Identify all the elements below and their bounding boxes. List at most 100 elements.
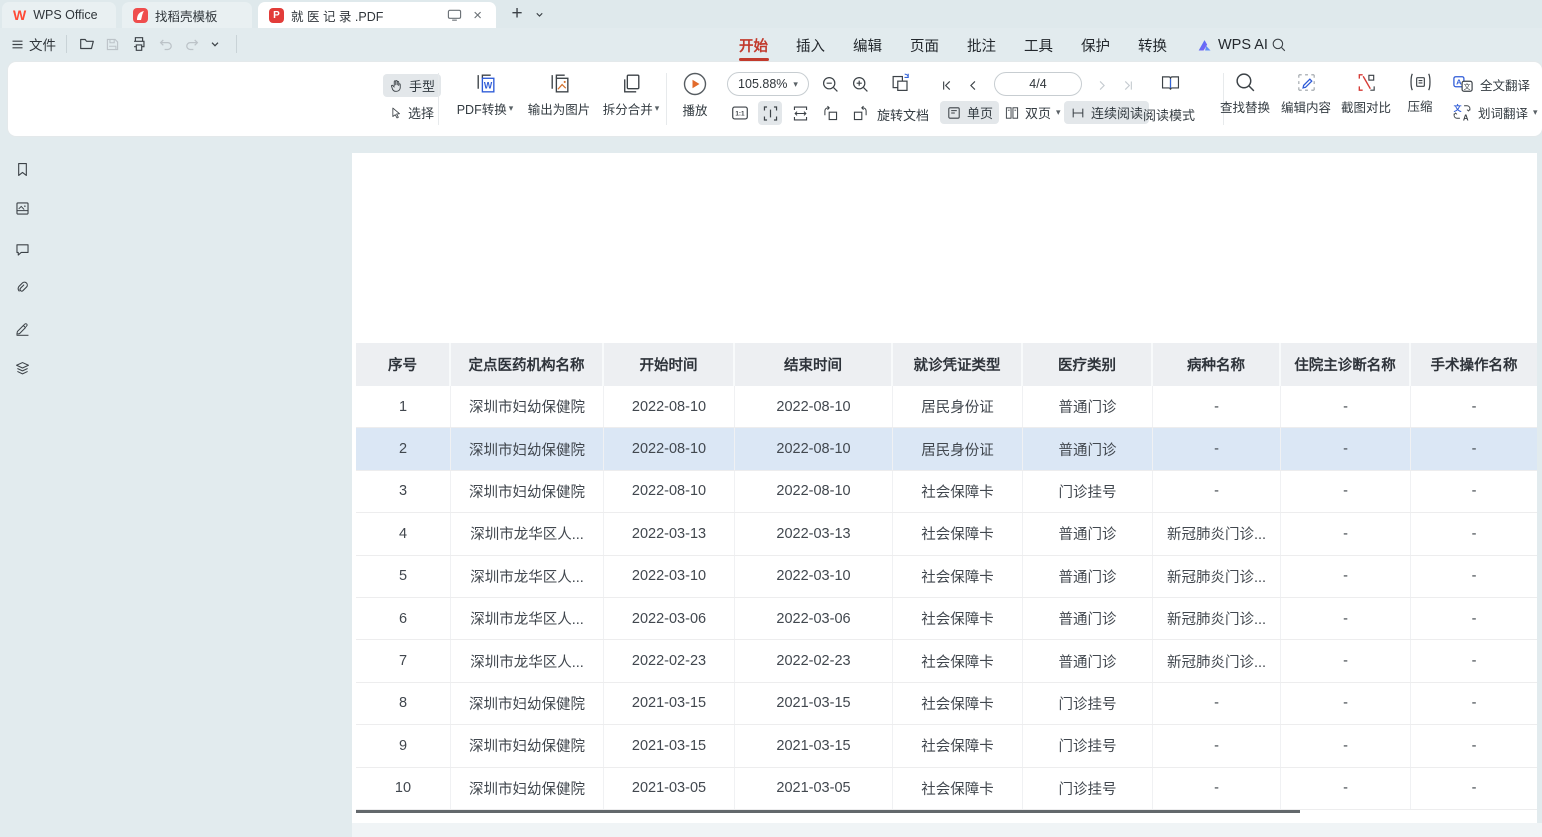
wps-ai-button[interactable]: WPS AI — [1196, 33, 1268, 57]
table-cell: 门诊挂号 — [1023, 725, 1153, 766]
rotate-left-icon — [821, 104, 840, 123]
tab-document-pdf[interactable]: P 就 医 记 录 .PDF × — [258, 2, 496, 28]
read-mode-label[interactable]: 阅读模式 — [1143, 105, 1195, 124]
tab-list-chevron-icon[interactable] — [530, 0, 548, 28]
hamburger-icon — [10, 37, 25, 52]
undo-button[interactable] — [157, 33, 175, 55]
bookmark-icon[interactable] — [13, 160, 32, 179]
table-cell: 2022-03-13 — [604, 513, 735, 554]
hand-tool-label: 手型 — [409, 76, 435, 95]
menu-item-tools[interactable]: 工具 — [1024, 33, 1053, 57]
print-button[interactable] — [130, 33, 148, 55]
table-cell: - — [1411, 471, 1537, 512]
menu-item-annotate[interactable]: 批注 — [967, 33, 996, 57]
hand-tool-button[interactable]: 手型 — [383, 74, 441, 97]
export-image-button[interactable]: 输出为图片 — [522, 71, 596, 118]
fit-width-button[interactable] — [788, 101, 812, 125]
menu-label: 转换 — [1138, 35, 1167, 56]
continuous-reading-button[interactable]: 连续阅读 — [1064, 101, 1149, 124]
fit-page-button[interactable] — [758, 101, 782, 125]
cursor-icon — [389, 106, 403, 120]
svg-text:W: W — [483, 81, 492, 91]
folder-open-icon — [78, 35, 96, 53]
single-page-icon — [946, 105, 962, 121]
comment-icon[interactable] — [13, 240, 32, 259]
double-page-button[interactable]: 双页 ▾ — [998, 101, 1067, 124]
rotate-left-button[interactable] — [818, 101, 842, 125]
table-cell: - — [1153, 428, 1281, 469]
attachment-icon[interactable] — [13, 279, 32, 298]
menu-item-edit[interactable]: 编辑 — [853, 33, 882, 57]
single-page-button[interactable]: 单页 — [940, 101, 999, 124]
select-tool-button[interactable]: 选择 — [383, 101, 440, 124]
redo-button[interactable] — [183, 33, 201, 55]
menu-item-home[interactable]: 开始 — [739, 33, 768, 57]
table-cell: - — [1153, 768, 1281, 809]
first-page-button[interactable] — [936, 73, 956, 97]
actual-size-button[interactable]: 1:1 — [728, 101, 752, 125]
table-cell: - — [1411, 725, 1537, 766]
table-cell: - — [1153, 471, 1281, 512]
read-mode-text: 阅读模式 — [1143, 105, 1195, 124]
table-cell: 深圳市龙华区人... — [451, 640, 604, 681]
screenshot-compare-button[interactable]: 截图对比 — [1338, 71, 1394, 116]
chevron-down-icon: ▾ — [1533, 107, 1538, 118]
rotate-right-button[interactable] — [848, 101, 872, 125]
word-translate-button[interactable]: 文A 划词翻译 ▾ — [1451, 102, 1538, 122]
layers-icon[interactable] — [13, 359, 32, 378]
previous-page-button[interactable] — [962, 73, 982, 97]
close-tab-icon[interactable]: × — [470, 7, 485, 24]
tab-docer-templates[interactable]: 找稻壳模板 — [122, 2, 252, 28]
table-cell: 2022-03-06 — [604, 598, 735, 639]
menu-item-insert[interactable]: 插入 — [796, 33, 825, 57]
page-number-input[interactable]: 4/4 — [994, 72, 1082, 96]
table-cell: 深圳市妇幼保健院 — [451, 386, 604, 427]
edit-content-button[interactable]: 编辑内容 — [1278, 71, 1334, 116]
column-header: 定点医药机构名称 — [451, 343, 604, 386]
menu-search-icon[interactable] — [1271, 33, 1287, 57]
table-cell: 深圳市妇幼保健院 — [451, 471, 604, 512]
menu-item-convert[interactable]: 转换 — [1138, 33, 1167, 57]
save-button[interactable] — [104, 33, 121, 55]
zoom-out-button[interactable] — [818, 72, 842, 96]
wps-ai-label: WPS AI — [1218, 37, 1268, 53]
last-page-button[interactable] — [1118, 73, 1138, 97]
full-translate-button[interactable]: A文 全文翻译 — [1451, 74, 1530, 94]
ribbon-toolbar: 手型 选择 W PDF转换▾ 输出为图片 拆分合并▾ 播放 105.88% ▾ — [8, 62, 1542, 136]
play-icon — [682, 71, 708, 97]
find-replace-button[interactable]: 查找替换 — [1217, 71, 1273, 116]
table-row: 9深圳市妇幼保健院2021-03-152021-03-15社会保障卡门诊挂号--… — [356, 725, 1537, 767]
zoom-level-combo[interactable]: 105.88% ▾ — [727, 72, 809, 96]
export-image-icon — [547, 71, 572, 96]
quickbar-chevron-icon[interactable] — [209, 33, 221, 55]
monitor-icon[interactable] — [447, 8, 462, 22]
thumbnail-icon[interactable] — [13, 199, 32, 218]
pdf-convert-button[interactable]: W PDF转换▾ — [448, 71, 522, 118]
tab-wps-office[interactable]: W WPS Office — [2, 2, 116, 28]
new-tab-button[interactable]: + — [506, 0, 528, 28]
menu-item-protect[interactable]: 保护 — [1081, 33, 1110, 57]
compress-button[interactable]: 压缩 — [1399, 71, 1441, 115]
read-mode-icon-button[interactable] — [1158, 71, 1182, 95]
table-cell: 新冠肺炎门诊... — [1153, 556, 1281, 597]
chevron-down-icon: ▾ — [1056, 107, 1061, 118]
table-cell: 社会保障卡 — [893, 471, 1023, 512]
split-merge-button[interactable]: 拆分合并▾ — [594, 71, 668, 118]
file-menu-button[interactable]: 文件 — [10, 33, 56, 55]
zoom-in-button[interactable] — [848, 72, 872, 96]
menu-item-page[interactable]: 页面 — [910, 33, 939, 57]
next-page-button[interactable] — [1092, 73, 1112, 97]
rotate-document-label[interactable]: 旋转文档 — [877, 105, 929, 124]
divider — [438, 73, 439, 125]
pdf-page-canvas[interactable]: 序号定点医药机构名称开始时间结束时间就诊凭证类型医疗类别病种名称住院主诊断名称手… — [352, 153, 1537, 823]
table-cell: - — [1153, 683, 1281, 724]
rotate-pages-button[interactable] — [889, 71, 913, 95]
window-tab-bar: W WPS Office 找稻壳模板 P 就 医 记 录 .PDF × + — [0, 0, 1542, 28]
horizontal-scrollbar-thumb[interactable] — [356, 810, 1300, 813]
play-button[interactable]: 播放 — [667, 71, 723, 119]
signature-icon[interactable] — [13, 319, 32, 338]
table-cell: 社会保障卡 — [893, 598, 1023, 639]
table-cell: 新冠肺炎门诊... — [1153, 640, 1281, 681]
open-file-button[interactable] — [78, 33, 96, 55]
table-cell: - — [1281, 513, 1411, 554]
